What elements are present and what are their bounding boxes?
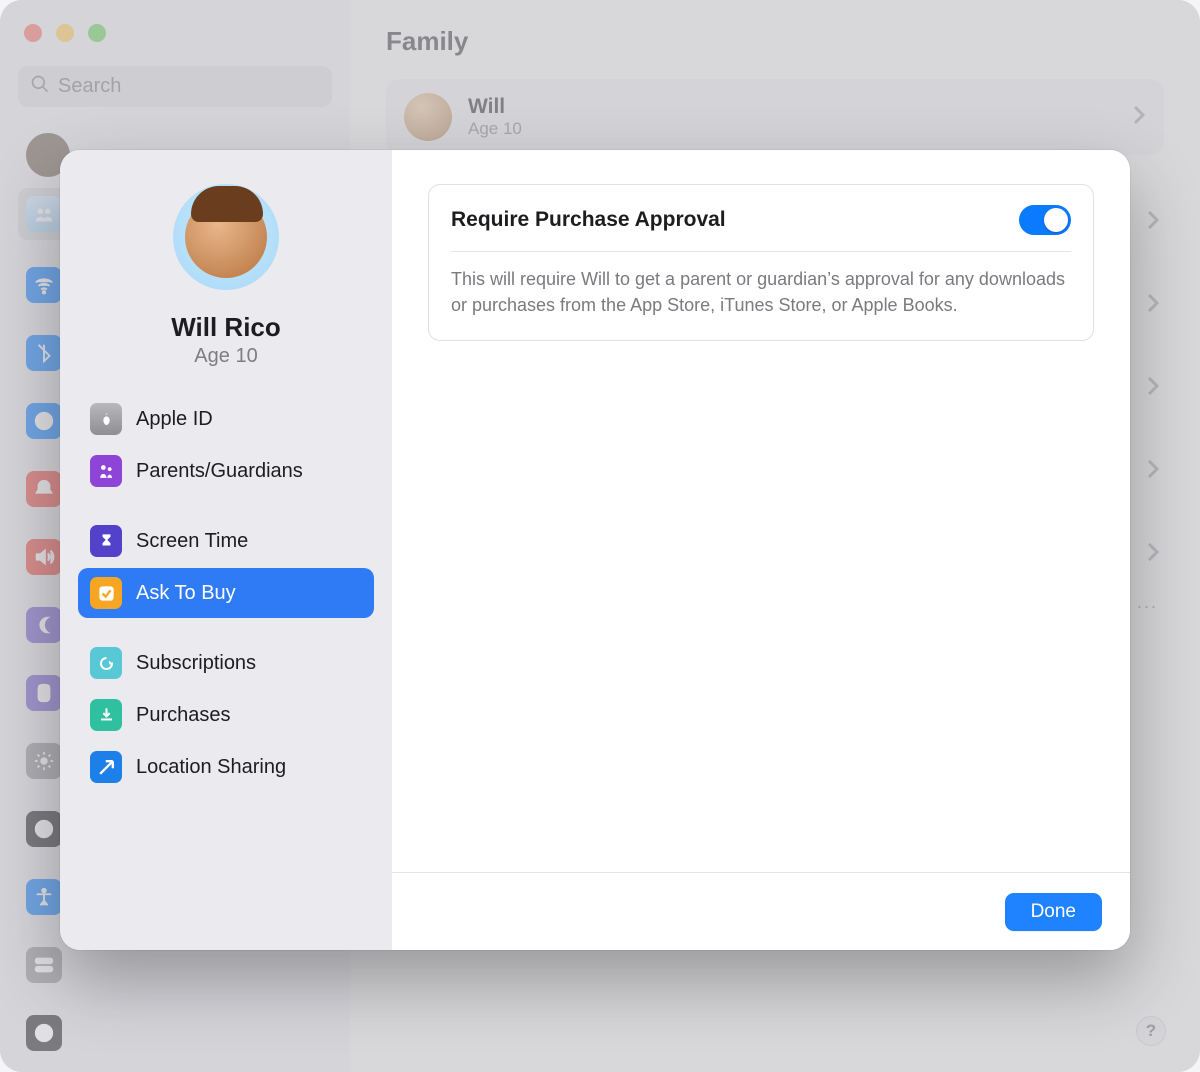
menu-item-label: Subscriptions bbox=[136, 652, 256, 675]
purchase-approval-toggle[interactable] bbox=[1019, 205, 1071, 235]
member-full-name: Will Rico bbox=[171, 312, 281, 343]
ask-icon bbox=[90, 577, 122, 609]
purchase-approval-card: Require Purchase Approval This will requ… bbox=[428, 184, 1094, 341]
subs-icon bbox=[90, 647, 122, 679]
menu-item-label: Screen Time bbox=[136, 530, 248, 553]
setting-title: Require Purchase Approval bbox=[451, 208, 726, 232]
menu-item-loc[interactable]: Location Sharing bbox=[78, 742, 374, 792]
menu-item-label: Location Sharing bbox=[136, 756, 286, 779]
menu-item-appleid[interactable]: Apple ID bbox=[78, 394, 374, 444]
screentime-icon bbox=[90, 525, 122, 557]
done-button[interactable]: Done bbox=[1005, 893, 1102, 931]
menu-item-label: Ask To Buy bbox=[136, 582, 236, 605]
menu-item-label: Purchases bbox=[136, 704, 231, 727]
member-age: Age 10 bbox=[194, 345, 257, 368]
member-settings-sheet: Will Rico Age 10 Apple ID Parents/Guardia… bbox=[60, 150, 1130, 950]
parents-icon bbox=[90, 455, 122, 487]
loc-icon bbox=[90, 751, 122, 783]
menu-item-screentime[interactable]: Screen Time bbox=[78, 516, 374, 566]
menu-item-label: Apple ID bbox=[136, 408, 213, 431]
purch-icon bbox=[90, 699, 122, 731]
appleid-icon bbox=[90, 403, 122, 435]
member-avatar-large bbox=[173, 184, 279, 290]
sheet-content: Require Purchase Approval This will requ… bbox=[392, 150, 1130, 950]
setting-description: This will require Will to get a parent o… bbox=[451, 266, 1071, 318]
menu-item-purch[interactable]: Purchases bbox=[78, 690, 374, 740]
sheet-footer: Done bbox=[392, 872, 1130, 950]
menu-item-ask[interactable]: Ask To Buy bbox=[78, 568, 374, 618]
menu-item-label: Parents/Guardians bbox=[136, 460, 303, 483]
sheet-sidebar: Will Rico Age 10 Apple ID Parents/Guardia… bbox=[60, 150, 392, 950]
sheet-menu: Apple ID Parents/Guardians Screen Time Ask … bbox=[78, 394, 374, 792]
divider bbox=[451, 251, 1071, 252]
menu-item-subs[interactable]: Subscriptions bbox=[78, 638, 374, 688]
menu-item-parents[interactable]: Parents/Guardians bbox=[78, 446, 374, 496]
